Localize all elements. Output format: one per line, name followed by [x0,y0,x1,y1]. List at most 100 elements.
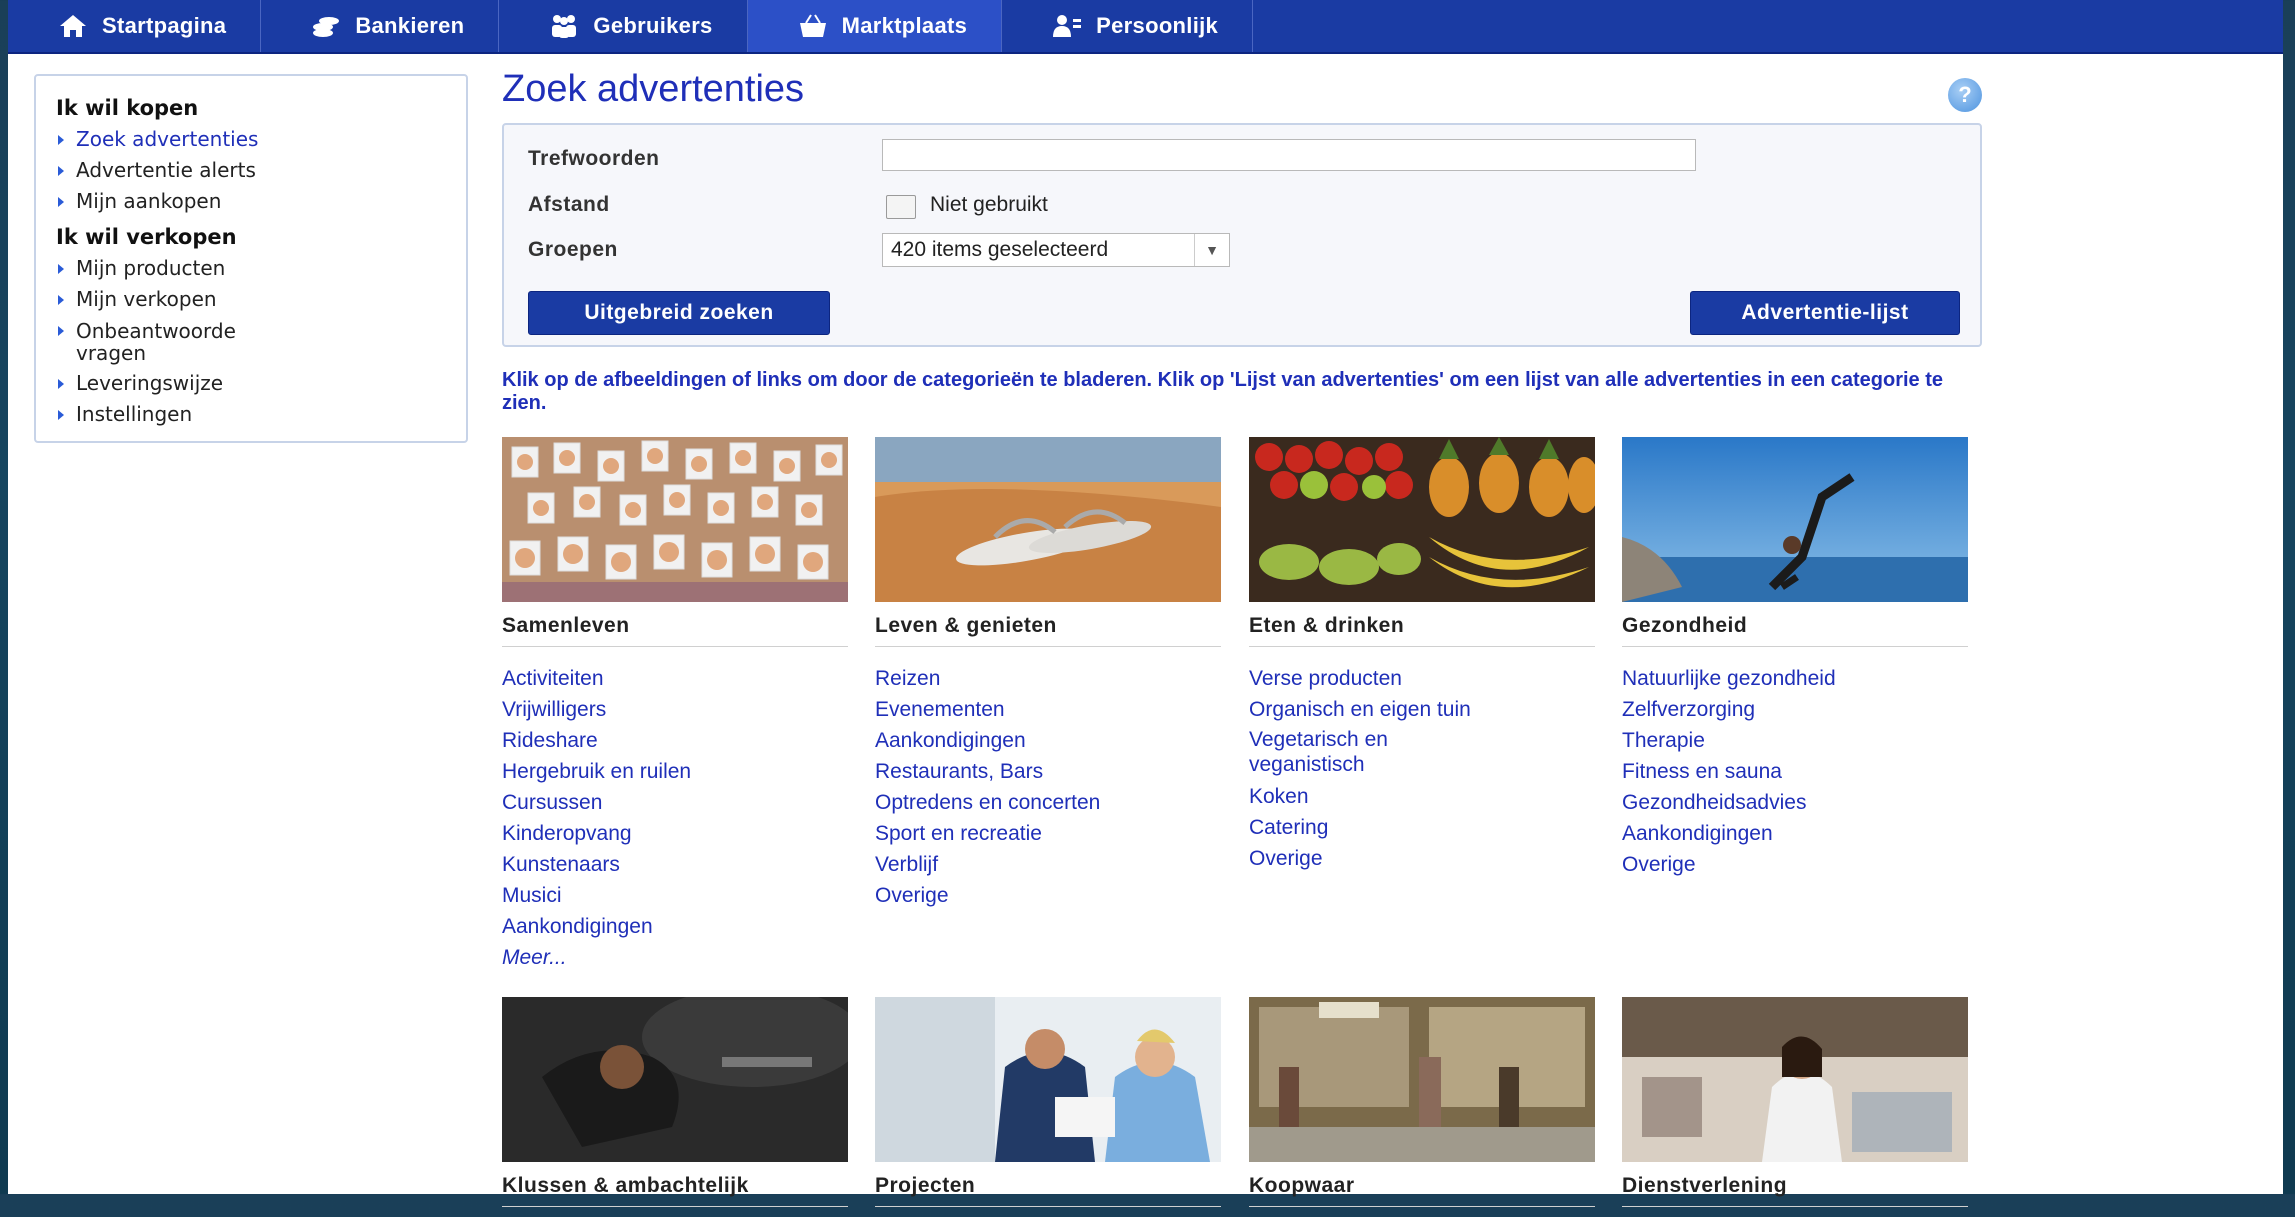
category-link[interactable]: Catering [1249,812,1595,843]
keywords-input[interactable] [882,139,1696,171]
category-klussen-ambachtelijk: Klussen & ambachtelijk [502,997,848,1207]
category-link[interactable]: Vrijwilligers [502,694,848,725]
category-title[interactable]: Eten & drinken [1249,614,1595,647]
category-link[interactable]: Verblijf [875,849,1221,880]
category-gezondheid: Gezondheid Natuurlijke gezondheid Zelfve… [1622,437,1968,880]
category-title[interactable]: Projecten [875,1174,1221,1207]
category-link[interactable]: Overige [1249,843,1595,874]
advanced-search-button[interactable]: Uitgebreid zoeken [528,291,830,335]
category-link[interactable]: Verse producten [1249,663,1595,694]
nav-item-bankieren[interactable]: Bankieren [261,0,500,52]
sidebar-heading-sell: Ik wil verkopen [56,225,237,249]
category-link[interactable]: Organisch en eigen tuin [1249,694,1595,725]
groups-select[interactable]: 420 items geselecteerd ▼ [882,233,1230,267]
category-link[interactable]: Rideshare [502,725,848,756]
sidebar-item-mijn-producten[interactable]: Mijn producten [56,253,446,284]
sidebar-item-mijn-verkopen[interactable]: Mijn verkopen [56,284,446,315]
sidebar-item-instellingen[interactable]: Instellingen [56,399,446,430]
nav-item-label: Bankieren [355,13,465,38]
category-link[interactable]: Natuurlijke gezondheid [1622,663,1968,694]
category-link[interactable]: Overige [875,880,1221,911]
more-link[interactable]: Meer... [502,942,848,973]
category-link[interactable]: Aankondigingen [1622,818,1968,849]
category-dienstverlening: Dienstverlening [1622,997,1968,1207]
category-link[interactable]: Sport en recreatie [875,818,1221,849]
shop-window-image [1249,997,1595,1162]
intro-text: Klik op de afbeeldingen of links om door… [502,369,1944,414]
category-image-projecten[interactable] [875,997,1221,1162]
category-link[interactable]: Vegetarisch en veganistisch [1249,725,1469,781]
users-icon [552,15,577,38]
help-icon[interactable]: ? [1948,78,1982,112]
category-links: Natuurlijke gezondheid Zelfverzorging Th… [1622,663,1968,880]
category-title[interactable]: Koopwaar [1249,1174,1595,1207]
nav-item-persoonlijk[interactable]: Persoonlijk [1002,0,1254,52]
top-navigation-bar: Startpagina Bankieren Gebruikers Marktpl… [8,0,2283,54]
category-link[interactable]: Aankondigingen [875,725,1221,756]
category-title[interactable]: Samenleven [502,614,848,647]
category-link[interactable]: Overige [1622,849,1968,880]
fruit-image [1249,437,1595,602]
category-title[interactable]: Leven & genieten [875,614,1221,647]
sidebar-item-advertentie-alerts[interactable]: Advertentie alerts [56,155,446,186]
category-link[interactable]: Evenementen [875,694,1221,725]
nav-item-gebruikers[interactable]: Gebruikers [499,0,748,52]
category-link[interactable]: Zelfverzorging [1622,694,1968,725]
category-image-dienstverlening[interactable] [1622,997,1968,1162]
sidebar-buy-list: Zoek advertenties Advertentie alerts Mij… [56,124,446,217]
sidebar-heading-buy: Ik wil kopen [56,96,199,120]
category-image-samenleven[interactable] [502,437,848,602]
category-link[interactable]: Therapie [1622,725,1968,756]
distance-checkbox[interactable] [886,195,916,219]
nav-item-label: Startpagina [102,13,227,38]
nav-item-marktplaats[interactable]: Marktplaats [747,0,1003,52]
category-link[interactable]: Kinderopvang [502,818,848,849]
sidebar-item-zoek-advertenties[interactable]: Zoek advertenties [56,124,446,155]
delivery-image [875,997,1221,1162]
category-link[interactable]: Cursussen [502,787,848,818]
category-title[interactable]: Klussen & ambachtelijk [502,1174,848,1207]
page-title: Zoek advertenties [502,68,805,110]
sidebar-sell-list: Mijn producten Mijn verkopen Onbeantwoor… [56,253,446,430]
category-samenleven: Samenleven Activiteiten Vrijwilligers Ri… [502,437,848,973]
category-image-koopwaar[interactable] [1249,997,1595,1162]
category-links: Activiteiten Vrijwilligers Rideshare Her… [502,663,848,973]
category-eten-drinken: Eten & drinken Verse producten Organisch… [1249,437,1595,874]
category-links: Reizen Evenementen Aankondigingen Restau… [875,663,1221,911]
chevron-down-icon: ▼ [1194,234,1229,266]
category-link[interactable]: Fitness en sauna [1622,756,1968,787]
category-image-leven-genieten[interactable] [875,437,1221,602]
category-image-gezondheid[interactable] [1622,437,1968,602]
category-link[interactable]: Reizen [875,663,1221,694]
category-link[interactable]: Hergebruik en ruilen [502,756,848,787]
category-title[interactable]: Dienstverlening [1622,1174,1968,1207]
workspace-image [1622,997,1968,1162]
crowd-image [502,437,848,602]
sidebar-item-onbeantwoorde-vragen[interactable]: Onbeantwoorde vragen [56,315,296,368]
category-link[interactable]: Musici [502,880,848,911]
category-link[interactable]: Activiteiten [502,663,848,694]
nav-item-label: Marktplaats [841,13,968,38]
sidebar-item-leveringswijze[interactable]: Leveringswijze [56,368,446,399]
search-form: Trefwoorden Afstand Niet gebruikt Groepe… [502,123,1982,347]
category-image-klussen-ambachtelijk[interactable] [502,997,848,1162]
category-links: Verse producten Organisch en eigen tuin … [1249,663,1595,874]
home-icon [60,15,86,37]
ad-list-button[interactable]: Advertentie-lijst [1690,291,1960,335]
category-link[interactable]: Gezondheidsadvies [1622,787,1968,818]
nav-item-label: Gebruikers [593,13,713,38]
category-link[interactable]: Kunstenaars [502,849,848,880]
category-leven-genieten: Leven & genieten Reizen Evenementen Aank… [875,437,1221,911]
category-link[interactable]: Koken [1249,781,1595,812]
category-link[interactable]: Aankondigingen [502,911,848,942]
category-title[interactable]: Gezondheid [1622,614,1968,647]
category-image-eten-drinken[interactable] [1249,437,1595,602]
category-link[interactable]: Restaurants, Bars [875,756,1221,787]
coins-icon [313,17,340,37]
category-koopwaar: Koopwaar [1249,997,1595,1207]
nav-item-label: Persoonlijk [1096,13,1219,38]
sidebar-item-mijn-aankopen[interactable]: Mijn aankopen [56,186,446,217]
groups-label: Groepen [528,238,618,261]
nav-item-startpagina[interactable]: Startpagina [8,0,262,52]
category-link[interactable]: Optredens en concerten [875,787,1221,818]
